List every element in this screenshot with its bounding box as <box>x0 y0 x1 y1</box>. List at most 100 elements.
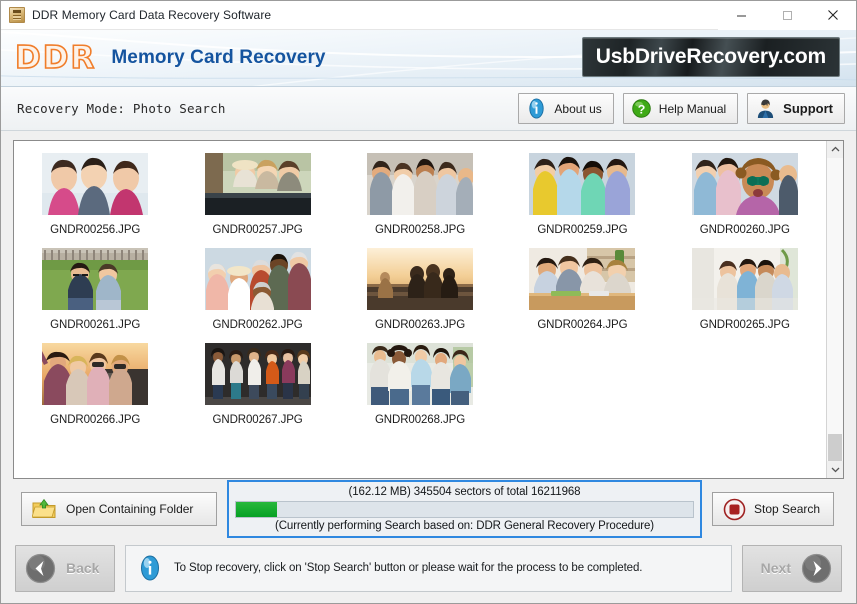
next-button[interactable]: Next <box>742 544 842 592</box>
file-name: GNDR00258.JPG <box>374 224 466 236</box>
file-item[interactable]: GNDR00256.JPG <box>14 147 176 240</box>
file-thumbnail <box>42 153 149 215</box>
file-name: GNDR00264.JPG <box>537 319 628 331</box>
file-item[interactable]: GNDR00257.JPG <box>176 147 338 240</box>
photo-thumbnail-icon <box>366 153 473 215</box>
chevron-left-circle-icon <box>25 553 56 583</box>
ddr-logo: DDR <box>14 39 97 76</box>
question-icon: ? <box>632 99 651 118</box>
file-item[interactable]: GNDR00262.JPG <box>176 242 338 335</box>
file-item[interactable]: GNDR00260.JPG <box>664 147 826 240</box>
next-label: Next <box>760 560 791 576</box>
support-person-icon <box>758 99 774 119</box>
file-grid: GNDR00256.JPG GNDR00257.JPG GNDR00258.JP… <box>14 147 826 430</box>
file-item[interactable]: GNDR00265.JPG <box>664 242 826 335</box>
photo-thumbnail-icon <box>204 248 311 310</box>
file-item[interactable]: GNDR00263.JPG <box>339 242 501 335</box>
file-grid-scroll-area: GNDR00256.JPG GNDR00257.JPG GNDR00258.JP… <box>14 141 826 478</box>
maximize-button[interactable] <box>764 0 810 30</box>
help-manual-button[interactable]: ? Help Manual <box>622 93 739 124</box>
open-containing-folder-label: Open Containing Folder <box>66 502 194 516</box>
minimize-button[interactable] <box>718 0 764 30</box>
back-label: Back <box>66 560 100 576</box>
content-area: GNDR00256.JPG GNDR00257.JPG GNDR00258.JP… <box>1 131 856 539</box>
brand-badge-text: UsbDriveRecovery.com <box>595 45 826 68</box>
file-item[interactable]: GNDR00264.JPG <box>501 242 663 335</box>
app-banner: DDR Memory Card Recovery UsbDriveRecover… <box>1 30 856 87</box>
file-thumbnail <box>42 248 149 310</box>
chevron-right-circle-icon <box>801 553 832 583</box>
progress-status-text: (162.12 MB) 345504 sectors of total 1621… <box>348 486 581 498</box>
action-row: Open Containing Folder (162.12 MB) 34550… <box>13 479 844 539</box>
file-thumbnail <box>691 248 798 310</box>
chevron-up-icon <box>831 146 839 152</box>
photo-thumbnail-icon <box>366 343 473 405</box>
progress-bar-fill <box>236 502 278 517</box>
about-us-button[interactable]: About us <box>518 93 614 124</box>
file-item[interactable]: GNDR00258.JPG <box>339 147 501 240</box>
file-thumbnail <box>366 343 473 405</box>
file-name: GNDR00261.JPG <box>50 319 141 331</box>
scrollbar-thumb[interactable] <box>828 434 842 461</box>
toolbar: Recovery Mode: Photo Search About us ? H… <box>1 87 856 131</box>
file-item[interactable]: GNDR00268.JPG <box>339 337 501 430</box>
window-title: DDR Memory Card Data Recovery Software <box>32 8 272 22</box>
file-item[interactable]: GNDR00267.JPG <box>176 337 338 430</box>
file-thumbnail <box>529 248 636 310</box>
photo-thumbnail-icon <box>691 153 798 215</box>
file-thumbnail <box>529 153 636 215</box>
progress-procedure-text: (Currently performing Search based on: D… <box>274 520 655 532</box>
brand-badge: UsbDriveRecovery.com <box>581 37 840 77</box>
file-grid-panel: GNDR00256.JPG GNDR00257.JPG GNDR00258.JP… <box>13 140 844 479</box>
scroll-down-button[interactable] <box>827 461 843 478</box>
support-button[interactable]: Support <box>747 93 845 124</box>
recovery-mode-label: Recovery Mode: Photo Search <box>17 101 226 116</box>
close-button[interactable] <box>810 0 856 30</box>
status-message: To Stop recovery, click on 'Stop Search'… <box>174 562 643 574</box>
help-manual-label: Help Manual <box>658 101 727 116</box>
application-window: DDR Memory Card Data Recovery Software D… <box>0 0 857 604</box>
maximize-icon <box>782 10 792 20</box>
file-item[interactable]: GNDR00261.JPG <box>14 242 176 335</box>
svg-text:?: ? <box>638 102 646 116</box>
file-item[interactable]: GNDR00259.JPG <box>501 147 663 240</box>
file-item[interactable]: GNDR00266.JPG <box>14 337 176 430</box>
memory-card-icon <box>9 7 25 23</box>
close-icon <box>828 10 838 20</box>
back-button[interactable]: Back <box>15 544 115 592</box>
file-name: GNDR00260.JPG <box>699 224 790 236</box>
file-name: GNDR00256.JPG <box>50 224 141 236</box>
support-label: Support <box>783 101 833 116</box>
photo-thumbnail-icon <box>529 248 636 310</box>
file-name: GNDR00257.JPG <box>212 224 303 236</box>
file-name: GNDR00268.JPG <box>374 414 466 426</box>
file-thumbnail <box>204 153 311 215</box>
photo-thumbnail-icon <box>204 153 311 215</box>
file-thumbnail <box>42 343 149 405</box>
scrollbar-track[interactable] <box>827 158 843 461</box>
file-name: GNDR00259.JPG <box>537 224 628 236</box>
photo-thumbnail-icon <box>529 153 636 215</box>
photo-thumbnail-icon <box>204 343 311 405</box>
stop-square-icon <box>723 498 746 520</box>
title-bar: DDR Memory Card Data Recovery Software <box>1 0 856 30</box>
progress-panel: (162.12 MB) 345504 sectors of total 1621… <box>227 480 702 538</box>
file-thumbnail <box>204 343 311 405</box>
chevron-down-icon <box>831 467 839 473</box>
file-thumbnail <box>691 153 798 215</box>
photo-thumbnail-icon <box>42 153 149 215</box>
file-thumbnail <box>204 248 311 310</box>
open-containing-folder-button[interactable]: Open Containing Folder <box>21 492 217 526</box>
stop-search-button[interactable]: Stop Search <box>712 492 834 526</box>
file-name: GNDR00267.JPG <box>212 414 303 426</box>
file-grid-scrollbar[interactable] <box>826 141 843 478</box>
status-bar: To Stop recovery, click on 'Stop Search'… <box>125 544 732 592</box>
footer-bar: Back To Stop recovery, click on 'Stop Se… <box>1 539 856 603</box>
minimize-icon <box>736 15 746 16</box>
info-icon <box>529 98 545 119</box>
photo-thumbnail-icon <box>691 248 798 310</box>
window-controls <box>718 0 856 30</box>
file-thumbnail <box>366 153 473 215</box>
photo-thumbnail-icon <box>42 248 149 310</box>
scroll-up-button[interactable] <box>827 141 843 158</box>
